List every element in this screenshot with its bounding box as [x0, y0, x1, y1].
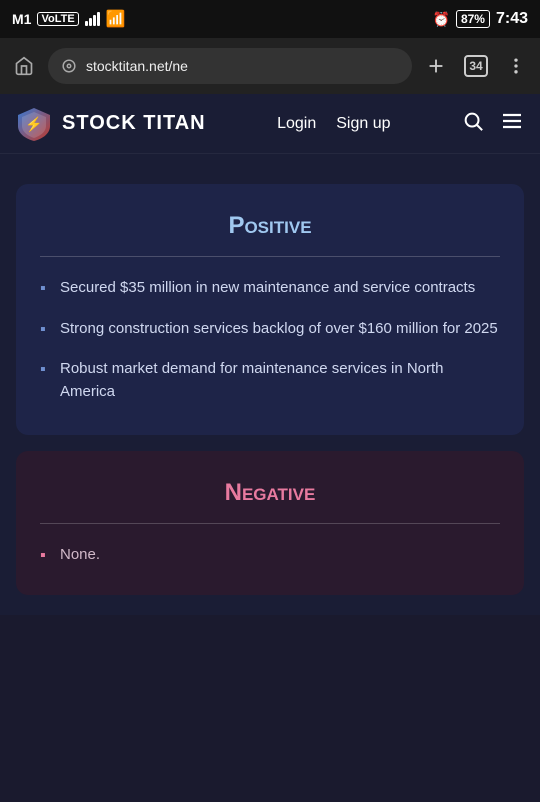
negative-divider [40, 523, 500, 524]
tab-count-badge: 34 [464, 55, 488, 77]
battery-icon: 87% [456, 10, 490, 28]
negative-title: Negative [40, 479, 500, 507]
volte-badge: VoLTE [37, 12, 78, 26]
nav-bar: ⚡ STOCK TITAN Login Sign up [0, 94, 540, 154]
status-right: ⏰ 87% 7:43 [433, 10, 529, 28]
status-bar: M1 VoLTE 📶 ⏰ 87% 7:43 [0, 0, 540, 38]
battery-level: 87 [461, 12, 474, 26]
status-left: M1 VoLTE 📶 [12, 9, 126, 29]
new-tab-button[interactable] [420, 50, 452, 82]
tabs-button[interactable]: 34 [460, 50, 492, 82]
main-content: Positive Secured $35 million in new main… [0, 184, 540, 615]
positive-card: Positive Secured $35 million in new main… [16, 184, 524, 435]
svg-text:⚡: ⚡ [25, 116, 42, 133]
nav-icons [462, 109, 524, 139]
url-bar[interactable]: stocktitan.net/ne [48, 48, 412, 84]
alarm-icon: ⏰ [433, 11, 450, 28]
nav-links: Login Sign up [277, 115, 390, 133]
positive-divider [40, 256, 500, 257]
logo-text: STOCK TITAN [62, 112, 206, 135]
signal-icon [85, 12, 100, 26]
security-icon [60, 57, 78, 75]
battery-container: 87% [456, 10, 490, 28]
negative-card: Negative None. [16, 451, 524, 595]
menu-button[interactable] [500, 50, 532, 82]
search-button[interactable] [462, 110, 484, 138]
positive-list: Secured $35 million in new maintenance a… [40, 277, 500, 403]
signup-link[interactable]: Sign up [336, 115, 390, 133]
login-link[interactable]: Login [277, 115, 316, 133]
logo[interactable]: ⚡ STOCK TITAN [16, 106, 206, 142]
list-item: Secured $35 million in new maintenance a… [40, 277, 500, 300]
time-display: 7:43 [496, 10, 528, 28]
carrier-label: M1 [12, 11, 31, 27]
list-item: Robust market demand for maintenance ser… [40, 358, 500, 403]
hamburger-button[interactable] [500, 109, 524, 139]
url-text: stocktitan.net/ne [86, 58, 188, 74]
browser-actions: 34 [420, 50, 532, 82]
list-item: Strong construction services backlog of … [40, 318, 500, 341]
wifi-icon: 📶 [106, 9, 126, 29]
browser-bar: stocktitan.net/ne 34 [0, 38, 540, 94]
positive-title: Positive [40, 212, 500, 240]
negative-list: None. [40, 544, 500, 567]
logo-icon: ⚡ [16, 106, 52, 142]
list-item: None. [40, 544, 500, 567]
home-button[interactable] [8, 50, 40, 82]
page-top-spacer [0, 154, 540, 184]
